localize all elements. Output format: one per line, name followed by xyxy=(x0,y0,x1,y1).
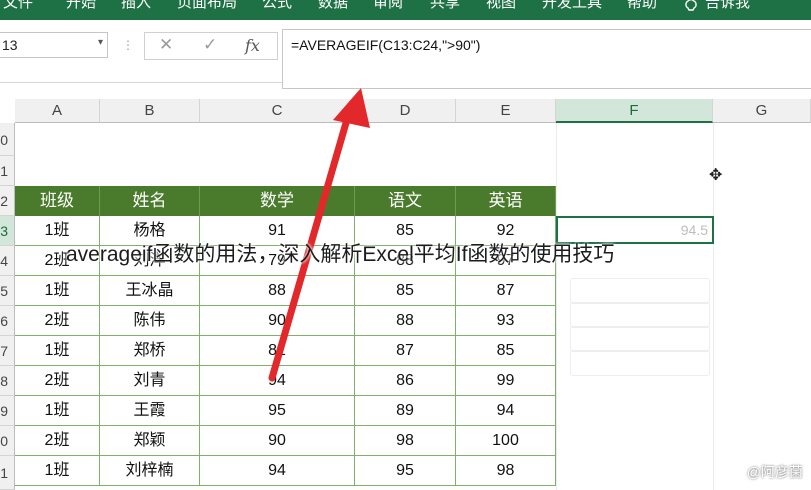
watermark: @阿彦菌 xyxy=(746,464,803,480)
overlay-title: averageif函数的用法，深入解析Excel平均If函数的使用技巧 xyxy=(66,243,615,266)
